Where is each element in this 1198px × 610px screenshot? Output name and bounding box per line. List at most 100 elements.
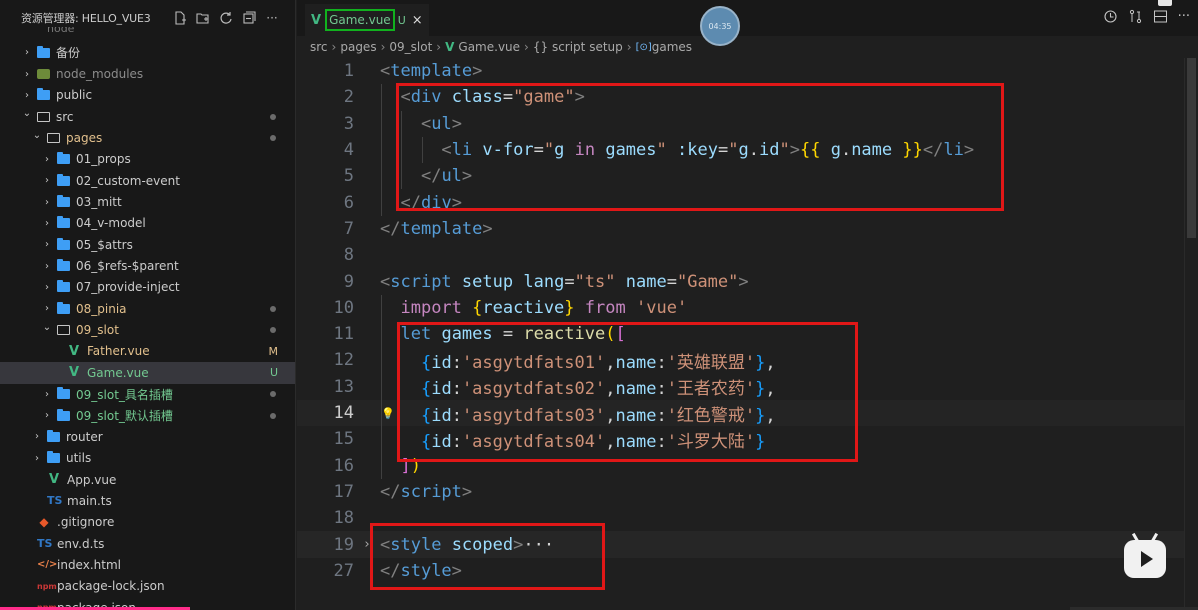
code-token: } (564, 297, 575, 318)
code-line[interactable]: 27 </style> (297, 558, 1184, 584)
collapse-icon[interactable] (242, 11, 256, 25)
line-number: 18 (333, 508, 354, 529)
breadcrumb-item[interactable]: src (310, 40, 328, 54)
vertical-scrollbar[interactable] (1184, 58, 1198, 610)
more-actions-icon[interactable]: ··· (1178, 9, 1190, 28)
new-file-icon[interactable] (173, 11, 187, 25)
tree-item[interactable]: › 03_mitt (0, 191, 295, 212)
tree-item[interactable]: ⌄ src (0, 106, 295, 127)
tree-item[interactable]: › router (0, 426, 295, 447)
more-icon[interactable]: ··· (265, 11, 279, 25)
code-line[interactable]: 4 <li v-for="g in games" :key="g.id">{{ … (297, 137, 1184, 163)
code-token: [ (615, 324, 626, 345)
chevron-right-icon: › (45, 239, 49, 251)
folder-icon (57, 280, 70, 293)
refresh-icon[interactable] (219, 11, 233, 25)
chevron-right-icon[interactable]: › (363, 537, 371, 552)
tree-item[interactable]: › 09_slot_默认插槽 (0, 405, 295, 426)
code-line[interactable]: 11 let games = reactive([ (297, 321, 1184, 347)
tree-item[interactable]: ⌄ pages (0, 127, 295, 148)
code-line[interactable]: 6 </div> (297, 190, 1184, 216)
line-number: 2 (343, 87, 354, 108)
code-line[interactable]: 19 › <style scoped>··· (297, 531, 1184, 558)
tree-item[interactable]: TS env.d.ts (0, 533, 295, 554)
code-token: : (656, 379, 667, 400)
code-token: { (420, 379, 432, 400)
scrollbar-thumb[interactable] (1187, 58, 1196, 238)
code-line[interactable]: 14 💡 {id:'asgytdfats03',name:'红色警戒'}, (297, 399, 1184, 427)
compare-changes-icon[interactable] (1128, 9, 1143, 28)
code-token: { (420, 352, 432, 373)
code-line[interactable]: 1 <template> (297, 58, 1184, 84)
timeline-icon[interactable] (1103, 9, 1118, 28)
tree-item[interactable]: › 备份 (0, 42, 295, 63)
git-file-icon: ◆ (39, 515, 49, 530)
tree-item[interactable]: › 08_pinia (0, 298, 295, 319)
breadcrumb-separator-icon: › (436, 40, 442, 54)
breadcrumb-item[interactable]: Game.vue (458, 40, 520, 54)
tree-item[interactable]: › 04_v-model (0, 213, 295, 234)
tree-item[interactable]: › 02_custom-event (0, 170, 295, 191)
modified-dot (270, 305, 276, 312)
code-token: '红色警戒' (666, 405, 756, 426)
tree-item[interactable]: › 06_$refs-$parent (0, 255, 295, 276)
code-line[interactable]: 9 <script setup lang="ts" name="Game"> (297, 268, 1184, 294)
tree-item[interactable]: V Father.vue M (0, 341, 295, 362)
tree-item[interactable]: › utils (0, 448, 295, 469)
new-folder-icon[interactable] (196, 11, 210, 25)
code-token: div (420, 192, 452, 213)
tree-item[interactable]: › 09_slot_具名插槽 (0, 384, 295, 405)
explorer-actions: ··· (173, 11, 295, 25)
code-line[interactable]: 8 (297, 242, 1184, 268)
code-token: " (779, 140, 790, 161)
code-line[interactable]: 15 {id:'asgytdfats04',name:'斗罗大陆'} (297, 426, 1184, 452)
code-line[interactable]: 5 </ul> (297, 163, 1184, 189)
tree-item[interactable]: TS main.ts (0, 490, 295, 511)
code-line[interactable]: 12 {id:'asgytdfats01',name:'英雄联盟'}, (297, 347, 1184, 373)
code-token: } (755, 431, 766, 452)
code-text: <ul> (380, 114, 462, 134)
code-token: < (400, 87, 411, 108)
code-token: '斗罗大陆' (666, 431, 756, 452)
breadcrumb-item[interactable]: 09_slot (389, 40, 432, 54)
code-token: name (625, 271, 667, 292)
tree-item[interactable]: ◆ .gitignore (0, 512, 295, 533)
code-line[interactable]: 18 (297, 505, 1184, 531)
line-number: 1 (343, 61, 354, 82)
code-line[interactable]: 17 </script> (297, 479, 1184, 505)
line-number: 13 (333, 376, 354, 397)
code-line[interactable]: 2 <div class="game"> (297, 84, 1184, 110)
tab-game-vue[interactable]: V Game.vue U × (305, 4, 429, 36)
code-line[interactable]: 16 ]) (297, 453, 1184, 479)
tree-item[interactable]: V App.vue (0, 469, 295, 490)
notification-marker (1158, 0, 1172, 6)
tree-item[interactable]: › node_modules (0, 63, 295, 84)
split-editor-icon[interactable] (1153, 9, 1168, 28)
code-token: g (738, 140, 749, 161)
tab-close-icon[interactable]: × (412, 13, 423, 28)
breadcrumb-item[interactable]: {} script setup (533, 40, 623, 54)
tree-item[interactable]: ⌄ 09_slot (0, 319, 295, 340)
code-line[interactable]: 3 <ul> (297, 111, 1184, 137)
breadcrumb-item[interactable]: games (652, 40, 692, 54)
tree-item[interactable]: </> index.html (0, 554, 295, 575)
tree-item[interactable]: › public (0, 85, 295, 106)
tree-item-label: 02_custom-event (76, 173, 180, 188)
tree-item[interactable]: › 01_props (0, 149, 295, 170)
code-line[interactable]: 7 </template> (297, 216, 1184, 242)
code-token: scoped (451, 534, 514, 555)
tree-item[interactable]: › 05_$attrs (0, 234, 295, 255)
breadcrumb-item[interactable]: pages (340, 40, 376, 54)
code-token: } (755, 352, 766, 373)
code-text: <template> (380, 61, 482, 81)
code-editor[interactable]: 1 <template> 2 <div class="game"> 3 <ul> 4 <… (297, 58, 1184, 610)
code-line[interactable]: 13 {id:'asgytdfats02',name:'王者农药'}, (297, 374, 1184, 400)
tree-item[interactable]: › 07_provide-inject (0, 277, 295, 298)
code-token: { (472, 297, 483, 318)
tree-item[interactable]: V Game.vue U (0, 362, 295, 384)
code-line[interactable]: 10 import {reactive} from 'vue' (297, 295, 1184, 321)
tree-item[interactable]: npm package-lock.json (0, 576, 295, 597)
